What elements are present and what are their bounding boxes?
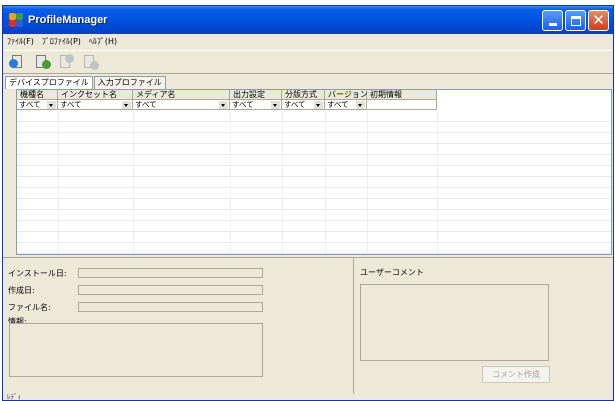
filter-version-value: すべて [327, 100, 349, 109]
menu-profile[interactable]: ﾌﾟﾛﾌｧｲﾙ(P) [38, 35, 85, 49]
app-window: ProfileManager ✕ ﾌｧｲﾙ(F) ﾌﾟﾛﾌｧｲﾙ(P) ﾍﾙﾌﾟ… [2, 5, 614, 401]
filter-version[interactable]: すべて [325, 100, 367, 110]
filter-media-value: すべて [135, 100, 157, 109]
chevron-down-icon[interactable] [356, 101, 365, 109]
column-header-output[interactable]: 出力設定 [230, 90, 282, 100]
install-date-label: インストール日: [8, 269, 67, 278]
user-comment-field[interactable] [360, 284, 549, 361]
profile-tabs: デバイスプロファイル 入力プロファイル [5, 76, 167, 89]
maximize-icon [570, 15, 581, 26]
title-bar[interactable]: ProfileManager ✕ [3, 6, 613, 34]
column-header-inkset[interactable]: インクセット名 [58, 90, 133, 100]
grid-column-divider [367, 111, 368, 254]
filter-media[interactable]: すべて [133, 100, 230, 110]
window-title: ProfileManager [28, 14, 108, 26]
minimize-icon [548, 23, 557, 26]
menu-bar: ﾌｧｲﾙ(F) ﾌﾟﾛﾌｧｲﾙ(P) ﾍﾙﾌﾟ(H) [3, 35, 613, 49]
minimize-button[interactable] [542, 10, 563, 31]
filter-model-value: すべて [19, 100, 41, 109]
grid-column-divider [58, 111, 59, 254]
profile-delete-button[interactable] [81, 53, 101, 71]
filter-separation[interactable]: すべて [282, 100, 325, 110]
tab-input-profile[interactable]: 入力プロファイル [93, 76, 166, 89]
column-header-separation[interactable]: 分版方式 [282, 90, 325, 100]
close-icon: ✕ [592, 11, 605, 29]
menu-file[interactable]: ﾌｧｲﾙ(F) [3, 35, 38, 49]
grid-column-divider [282, 111, 283, 254]
column-header-model[interactable]: 機種名 [17, 90, 58, 100]
chevron-down-icon[interactable] [271, 101, 280, 109]
chevron-down-icon[interactable] [219, 101, 228, 109]
file-name-label: ファイル名: [8, 303, 51, 312]
details-panel: インストール日: 作成日: ファイル名: 情報: ユーザーコメント コメント作成 [3, 257, 613, 394]
maximize-button[interactable] [565, 10, 586, 31]
column-header-media[interactable]: メディア名 [133, 90, 230, 100]
create-comment-button[interactable]: コメント作成 [482, 366, 550, 383]
filter-output-value: すべて [232, 100, 254, 109]
chevron-down-icon[interactable] [47, 101, 56, 109]
grid-column-divider [325, 111, 326, 254]
grid-header: 機種名 インクセット名 メディア名 出力設定 分版方式 バージョン 初期情報 [17, 90, 437, 100]
profile-search-button[interactable] [33, 53, 53, 71]
menu-help[interactable]: ﾍﾙﾌﾟ(H) [85, 35, 121, 49]
column-header-initial-info[interactable]: 初期情報 [367, 90, 437, 100]
chevron-down-icon[interactable] [314, 101, 323, 109]
panel-divider [353, 258, 354, 394]
toolbar [3, 50, 613, 74]
tab-device-profile[interactable]: デバイスプロファイル [5, 76, 93, 89]
file-name-field [78, 302, 263, 312]
install-date-field [78, 268, 263, 278]
filter-inkset-value: すべて [60, 100, 82, 109]
grid-column-divider [437, 111, 438, 254]
grid-body[interactable] [17, 111, 611, 254]
grid-filter-row: すべて すべて すべて すべて すべて すべて [17, 100, 437, 110]
created-date-field [78, 285, 263, 295]
filter-initial-info [367, 100, 437, 110]
filter-inkset[interactable]: すべて [58, 100, 133, 110]
filter-model[interactable]: すべて [17, 100, 58, 110]
close-button[interactable]: ✕ [588, 10, 609, 31]
profile-import-button[interactable] [9, 53, 29, 71]
profile-grid: 機種名 インクセット名 メディア名 出力設定 分版方式 バージョン 初期情報 す… [16, 89, 612, 255]
created-date-label: 作成日: [8, 286, 35, 295]
column-header-version[interactable]: バージョン [325, 90, 368, 100]
grid-column-divider [133, 111, 134, 254]
chevron-down-icon[interactable] [122, 101, 131, 109]
profile-copy-button[interactable] [57, 53, 77, 71]
info-field [9, 323, 263, 377]
user-comment-label: ユーザーコメント [360, 268, 424, 277]
status-bar: ﾚﾃﾞｨ [7, 393, 21, 401]
grid-column-divider [230, 111, 231, 254]
filter-output[interactable]: すべて [230, 100, 282, 110]
profile-manager-app-icon [9, 13, 23, 27]
filter-separation-value: すべて [284, 100, 306, 109]
